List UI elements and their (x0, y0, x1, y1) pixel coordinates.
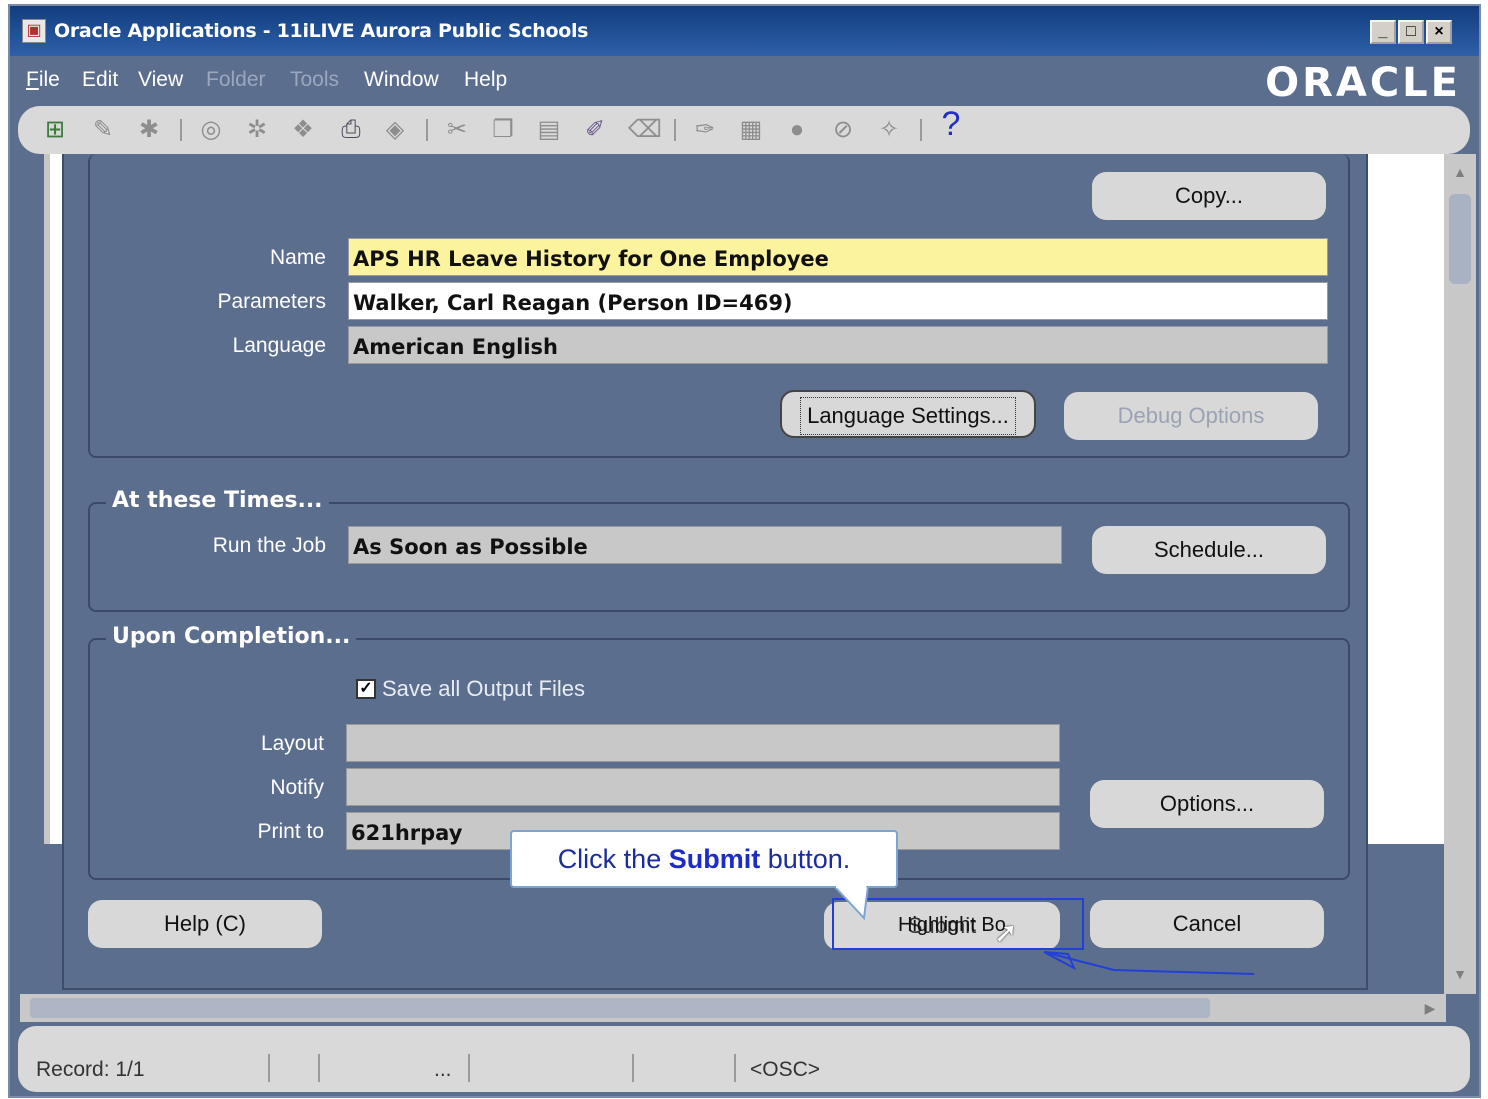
cancel-button[interactable]: Cancel (1090, 900, 1324, 948)
menu-bar: File Edit View Folder Tools Window Help … (10, 56, 1479, 106)
minimize-button[interactable]: _ (1370, 20, 1396, 44)
copy-icon[interactable]: ❐ (488, 115, 518, 145)
options-button[interactable]: Options... (1090, 780, 1324, 828)
annotation-arrow (1043, 951, 1255, 975)
toolbar-separator (920, 119, 922, 141)
navigator-icon[interactable]: ✱ (134, 115, 164, 145)
callout-pointer (834, 886, 870, 921)
oracle-app-icon: ▣ (22, 19, 46, 43)
menu-view[interactable]: View (138, 68, 183, 92)
cut-icon[interactable]: ✂ (442, 115, 472, 145)
name-field[interactable]: APS HR Leave History for One Employee (348, 238, 1328, 276)
horizontal-scrollbar[interactable]: ▶ (20, 994, 1446, 1022)
instruction-callout: Click the Submit button. (510, 830, 898, 888)
run-job-label: Run the Job (212, 534, 326, 557)
upon-completion-heading: Upon Completion... (106, 624, 357, 649)
notify-label: Notify (270, 776, 324, 799)
status-ellipsis: ... (434, 1058, 452, 1081)
delete-record-icon[interactable]: ⌫ (628, 115, 662, 145)
help-button[interactable]: Help (C) (88, 900, 322, 948)
window-title: Oracle Applications - 11iLIVE Aurora Pub… (54, 20, 589, 42)
zoom-icon[interactable]: ▦ (736, 115, 766, 145)
status-separator (734, 1054, 736, 1082)
oracle-logo: ORACLE (1265, 60, 1461, 106)
mouse-cursor-icon: ➚ (994, 917, 1018, 948)
status-bar: Record: 1/1 ... <OSC> (18, 1026, 1470, 1092)
new-record-icon[interactable]: ⊞ (40, 115, 70, 145)
language-field[interactable]: American English (348, 326, 1328, 364)
layout-label: Layout (260, 732, 324, 755)
run-job-field[interactable]: As Soon as Possible (348, 526, 1062, 564)
run-request-group: Copy... Name APS HR Leave History for On… (88, 154, 1350, 458)
menu-file-rest: ile (38, 68, 60, 91)
toolbar-separator (180, 119, 182, 141)
submit-request-dialog: Copy... Name APS HR Leave History for On… (62, 154, 1368, 990)
callout-bold: Submit (668, 844, 761, 874)
print-icon[interactable]: ⎙ (336, 115, 366, 145)
save-icon[interactable]: ◎ (196, 115, 226, 145)
vertical-scroll-thumb[interactable] (1449, 194, 1471, 284)
layout-field[interactable] (346, 724, 1060, 762)
print-to-label: Print to (257, 820, 324, 843)
horizontal-scroll-thumb[interactable] (30, 998, 1210, 1018)
scroll-up-icon[interactable]: ▲ (1446, 158, 1474, 186)
notify-field[interactable] (346, 768, 1060, 806)
edit-field-icon[interactable]: ✑ (690, 115, 720, 145)
menu-help[interactable]: Help (464, 68, 507, 92)
find-icon[interactable]: ✎ (88, 115, 118, 145)
scroll-right-icon[interactable]: ▶ (1416, 994, 1444, 1022)
menu-window[interactable]: Window (364, 68, 439, 92)
toolbar-separator (674, 119, 676, 141)
status-separator (632, 1054, 634, 1082)
record-indicator: Record: 1/1 (36, 1058, 145, 1081)
status-separator (468, 1054, 470, 1082)
callout-suffix: button. (760, 844, 851, 874)
help-icon[interactable]: ? (936, 107, 966, 141)
status-separator (318, 1054, 320, 1082)
menu-folder[interactable]: Folder (206, 68, 266, 92)
at-these-times-heading: At these Times... (106, 488, 329, 513)
copy-button[interactable]: Copy... (1092, 172, 1326, 220)
parameters-label: Parameters (217, 290, 326, 313)
at-these-times-group: At these Times... Run the Job As Soon as… (88, 488, 1350, 612)
mode-indicator: <OSC> (750, 1058, 821, 1081)
vertical-scrollbar[interactable]: ▲ ▼ (1444, 154, 1476, 994)
toolbar: ⊞ ✎ ✱ ◎ ✲ ❖ ⎙ ◈ ✂ ❐ ▤ ✐ ⌫ ✑ ▦ ● ⊘ ✧ ? (18, 106, 1470, 154)
switch-responsibility-icon[interactable]: ❖ (288, 115, 318, 145)
maximize-button[interactable]: □ (1398, 20, 1424, 44)
menu-file[interactable]: File (26, 68, 60, 92)
title-bar: ▣ Oracle Applications - 11iLIVE Aurora P… (10, 6, 1479, 56)
folder-tools-icon[interactable]: ✧ (874, 115, 904, 145)
language-label: Language (232, 334, 326, 357)
scroll-down-icon[interactable]: ▼ (1446, 960, 1474, 988)
clear-record-icon[interactable]: ✐ (580, 115, 610, 145)
paste-icon[interactable]: ▤ (534, 115, 564, 145)
menu-edit[interactable]: Edit (82, 68, 118, 92)
schedule-button[interactable]: Schedule... (1092, 526, 1326, 574)
highlight-box-label: Highlight Bo (898, 914, 1006, 936)
menu-tools[interactable]: Tools (290, 68, 339, 92)
status-separator (268, 1054, 270, 1082)
save-output-label: Save all Output Files (382, 676, 585, 701)
translations-icon[interactable]: ● (782, 115, 812, 145)
language-settings-label: Language Settings... (800, 397, 1016, 435)
next-step-icon[interactable]: ✲ (242, 115, 272, 145)
application-window: ▣ Oracle Applications - 11iLIVE Aurora P… (8, 4, 1481, 1098)
close-form-icon[interactable]: ◈ (380, 115, 410, 145)
debug-options-button[interactable]: Debug Options (1064, 392, 1318, 440)
parameters-field[interactable]: Walker, Carl Reagan (Person ID=469) (348, 282, 1328, 320)
save-output-checkbox[interactable]: ✓ (356, 679, 376, 699)
attachments-icon[interactable]: ⊘ (828, 115, 858, 145)
language-settings-button[interactable]: Language Settings... (780, 390, 1036, 438)
callout-prefix: Click the (557, 844, 669, 874)
name-label: Name (269, 246, 326, 269)
toolbar-separator (426, 119, 428, 141)
close-window-button[interactable]: × (1426, 20, 1452, 44)
